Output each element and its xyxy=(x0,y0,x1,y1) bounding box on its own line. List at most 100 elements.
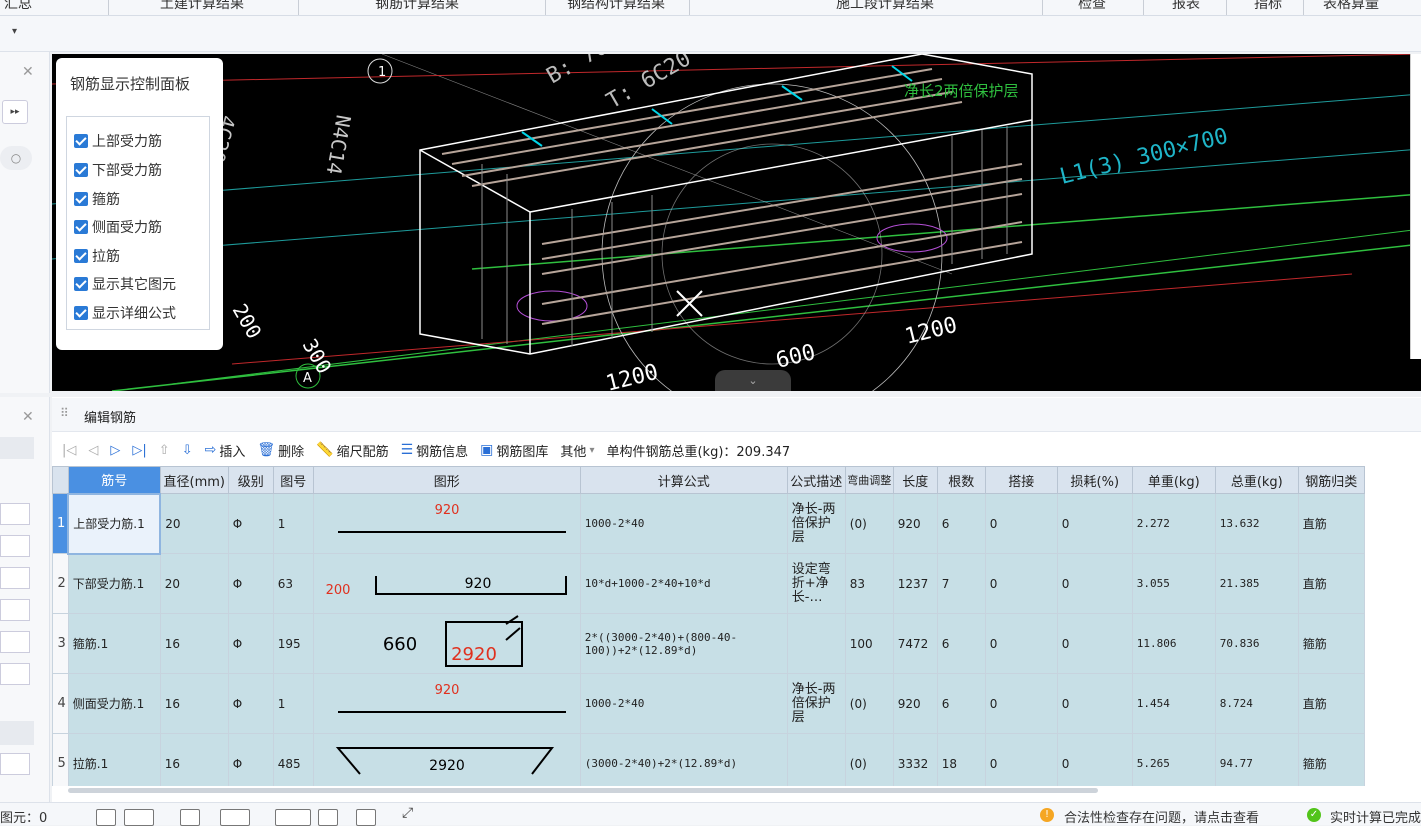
insert-button[interactable]: ⇨ 插入 xyxy=(205,441,246,460)
checkbox-checked-icon[interactable] xyxy=(74,306,88,320)
straight-bar-shape: 920 xyxy=(337,683,566,713)
tab-check[interactable]: 检查 xyxy=(1078,0,1106,15)
cross-select-icon[interactable] xyxy=(180,809,200,826)
tab-rebar-results[interactable]: 钢筋计算结果 xyxy=(375,0,459,15)
option-tie-bar[interactable]: 拉筋 xyxy=(74,246,120,266)
angle-tool-icon[interactable] xyxy=(220,809,250,826)
status-bar: 图元：0 ⤢ ! 合法性检查存在问题，请点击查看 ✓ 实时计算已完成 xyxy=(0,802,1421,826)
expand-icon[interactable]: ▸▸ xyxy=(2,100,28,124)
first-icon[interactable]: |◁ xyxy=(62,443,76,458)
print-icon[interactable] xyxy=(318,809,338,826)
table-row[interactable]: 3 箍筋.1 16 Φ 195 660 2920 2*((3000-2*40)+… xyxy=(52,613,1365,674)
chevron-down-icon: ▾ xyxy=(589,444,595,456)
checkbox-checked-icon[interactable] xyxy=(74,249,88,263)
svg-text:920: 920 xyxy=(434,683,459,698)
edit-rebar-header: ⠿ 编辑钢筋 xyxy=(52,398,1421,432)
close-icon[interactable]: ✕ xyxy=(22,409,34,425)
tab-report[interactable]: 报表 xyxy=(1172,0,1200,15)
chevron-down-icon[interactable]: ⌄ xyxy=(748,374,757,387)
prev-icon[interactable]: ◁ xyxy=(88,443,98,458)
col-lap[interactable]: 搭接 xyxy=(984,466,1058,494)
option-stirrup[interactable]: 箍筋 xyxy=(74,189,120,209)
col-bar-no[interactable]: 筋号 xyxy=(67,466,161,494)
3d-viewport[interactable]: 1 A L1(3) 300×700 净长2两倍保护层 1200 1200 600… xyxy=(52,54,1421,391)
collapse-viewport-tab[interactable]: ⌄ xyxy=(715,370,791,391)
select-mode-icon[interactable] xyxy=(124,809,154,826)
move-down-icon[interactable]: ⇩ xyxy=(182,443,193,458)
table-row[interactable]: 1 上部受力筋.1 20 Φ 1 920 1000-2*40 净长-两倍保护层 … xyxy=(52,492,1365,555)
col-total-weight[interactable]: 总重(kg) xyxy=(1214,466,1299,494)
checkbox-checked-icon[interactable] xyxy=(74,277,88,291)
checkbox-checked-icon[interactable] xyxy=(74,192,88,206)
tab-section-results[interactable]: 施工段计算结果 xyxy=(836,0,934,15)
col-figure-no[interactable]: 图号 xyxy=(272,466,314,494)
col-diameter[interactable]: 直径(mm) xyxy=(159,466,229,494)
col-count[interactable]: 根数 xyxy=(936,466,986,494)
rebar-table: 筋号 直径(mm) 级别 图号 图形 计算公式 公式描述 弯曲调整 长度 根数 … xyxy=(52,466,1421,786)
col-length[interactable]: 长度 xyxy=(892,466,938,494)
total-weight: 单构件钢筋总重(kg)：209.347 xyxy=(606,444,791,460)
tab-summary[interactable]: 汇总 xyxy=(4,0,32,15)
option-bottom-rebar[interactable]: 下部受力筋 xyxy=(74,160,162,180)
option-top-rebar[interactable]: 上部受力筋 xyxy=(74,131,162,151)
search-icon[interactable]: ○ xyxy=(0,146,32,170)
dim-600: 600 xyxy=(773,340,818,374)
svg-text:920: 920 xyxy=(434,503,459,518)
table-row[interactable]: 4 侧面受力筋.1 16 Φ 1 920 1000-2*40 净长-两倍保护层 … xyxy=(52,673,1365,734)
col-category[interactable]: 钢筋归类 xyxy=(1297,466,1365,494)
col-bend-adjust[interactable]: 弯曲调整 xyxy=(844,466,894,494)
col-formula-desc[interactable]: 公式描述 xyxy=(786,466,846,494)
checkbox-checked-icon[interactable] xyxy=(74,134,88,148)
col-formula[interactable]: 计算公式 xyxy=(579,466,788,494)
last-icon[interactable]: ▷| xyxy=(132,443,146,458)
close-icon[interactable]: ✕ xyxy=(22,64,34,80)
svg-text:2920: 2920 xyxy=(429,758,465,774)
view-mode-icon[interactable] xyxy=(96,809,116,826)
table-row[interactable]: 2 下部受力筋.1 20 Φ 63 200 920 10*d+1000-2*40… xyxy=(52,553,1365,614)
option-show-other[interactable]: 显示其它图元 xyxy=(74,274,176,294)
rebar-library-button[interactable]: ▣ 钢筋图库 xyxy=(480,441,548,460)
scale-rebar-button[interactable]: 📏 缩尺配筋 xyxy=(316,441,388,460)
shape-cell[interactable]: 2920 xyxy=(312,733,581,786)
label-t: T: 6C20 xyxy=(603,54,696,114)
left-panel-top: ✕ ▸▸ ○ xyxy=(0,52,50,393)
shape-cell[interactable]: 200 920 xyxy=(312,553,581,614)
svg-text:660: 660 xyxy=(383,634,417,655)
axis-label-a: A xyxy=(303,371,312,386)
shape-cell[interactable]: 920 xyxy=(312,493,581,554)
expand-arrow-icon[interactable]: ⤢ xyxy=(402,805,413,821)
dim-200: 200 xyxy=(228,300,267,343)
delete-button[interactable]: 🗑 删除 xyxy=(257,441,304,460)
other-menu[interactable]: 其他 ▾ xyxy=(560,441,594,460)
edit-rebar-toolbar: |◁ ◁ ▷ ▷| ⇧ ⇩ ⇨ 插入 🗑 删除 📏 缩尺配筋 ☰ 钢筋信息 ▣ 钢筋图库 … xyxy=(52,436,1421,464)
option-side-rebar[interactable]: 侧面受力筋 xyxy=(74,217,162,237)
validation-warning-link[interactable]: 合法性检查存在问题，请点击查看 xyxy=(1064,807,1259,826)
horizontal-scrollbar[interactable] xyxy=(68,788,1098,793)
right-tool-strip xyxy=(1410,54,1421,359)
tab-civil-results[interactable]: 土建计算结果 xyxy=(160,0,244,15)
edit-rebar-title: 编辑钢筋 xyxy=(84,411,137,426)
tab-index[interactable]: 指标 xyxy=(1254,0,1282,15)
shape-cell[interactable]: 660 2920 xyxy=(312,613,581,674)
axis-tool-icon[interactable] xyxy=(275,809,311,826)
checkbox-checked-icon[interactable] xyxy=(74,163,88,177)
table-row[interactable]: 5 拉筋.1 16 Φ 485 2920 (3000-2*40)+2*(12.8… xyxy=(52,733,1365,786)
col-shape[interactable]: 图形 xyxy=(312,466,581,494)
drag-handle-icon[interactable]: ⠿ xyxy=(60,406,69,420)
col-loss[interactable]: 损耗(%) xyxy=(1056,466,1133,494)
rebar-info-button[interactable]: ☰ 钢筋信息 xyxy=(401,441,469,460)
move-up-icon[interactable]: ⇧ xyxy=(159,443,170,458)
tab-steel-results[interactable]: 钢结构计算结果 xyxy=(567,0,665,15)
checkbox-checked-icon[interactable] xyxy=(74,220,88,234)
control-panel-title: 钢筋显示控制面板 xyxy=(70,75,191,93)
shape-cell[interactable]: 920 xyxy=(312,673,581,734)
next-icon[interactable]: ▷ xyxy=(110,443,120,458)
col-unit-weight[interactable]: 单重(kg) xyxy=(1131,466,1216,494)
chevron-down-icon[interactable]: ▾ xyxy=(12,26,17,37)
tab-table-quantity[interactable]: 表格算量 xyxy=(1323,0,1379,15)
stirrup-shape: 660 2920 xyxy=(383,615,523,667)
corner-tool-icon[interactable] xyxy=(356,809,376,826)
warning-icon: ! xyxy=(1040,808,1054,822)
option-show-formula[interactable]: 显示详细公式 xyxy=(74,303,176,323)
col-grade[interactable]: 级别 xyxy=(227,466,274,494)
